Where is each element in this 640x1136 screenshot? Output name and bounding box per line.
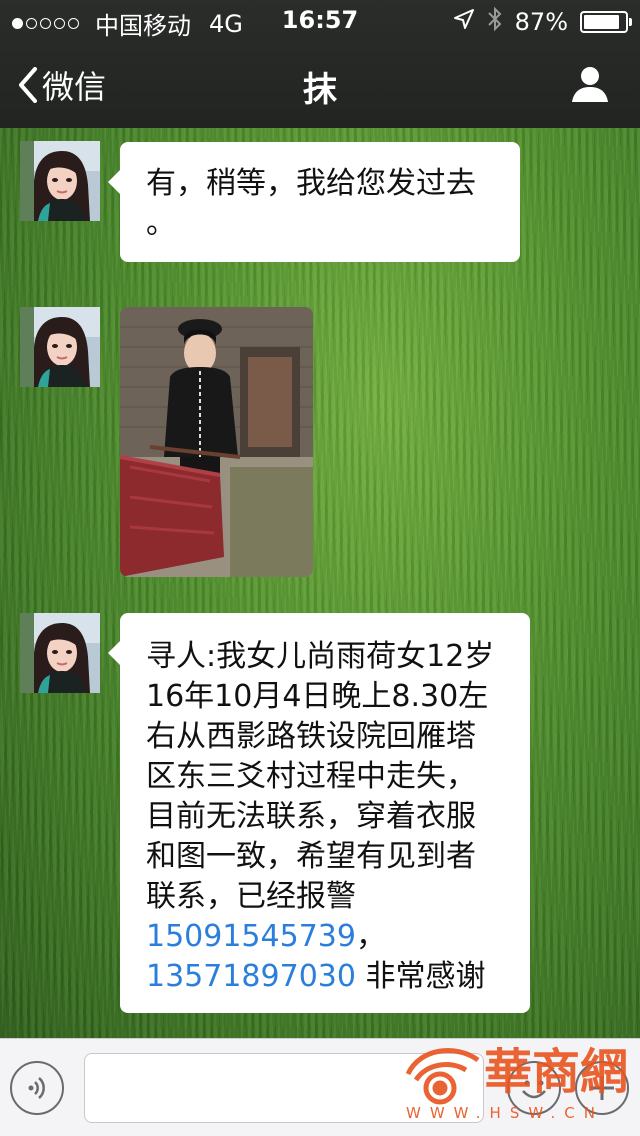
message-photo[interactable] <box>120 307 313 577</box>
message-text: 右从西影路铁设院回雁塔 <box>146 719 476 754</box>
sender-avatar[interactable] <box>20 613 100 693</box>
profile-button[interactable] <box>570 64 610 108</box>
message-text: ， <box>355 919 386 954</box>
sender-avatar[interactable] <box>20 307 100 387</box>
status-bar: 中国移动 4G 16:57 87% <box>0 0 640 40</box>
message-bubble[interactable]: 有，稍等，我给您发过去 。 <box>108 142 520 262</box>
message-text: 16年10月4日晚上8.30左 <box>146 679 489 714</box>
message-text: 非常感谢 <box>355 959 486 994</box>
message-text: 联系，已经报警 <box>146 879 356 914</box>
battery-icon <box>580 11 632 33</box>
message-bubble[interactable]: 寻人:我女儿尚雨荷女12岁 16年10月4日晚上8.30左 右从西影路铁设院回雁… <box>108 613 530 1013</box>
watermark-url: WWW.HSW.CN <box>406 1104 604 1122</box>
message-text: 。 <box>146 206 176 241</box>
top-bar: 中国移动 4G 16:57 87% 微信 抹 <box>0 0 640 128</box>
hsw-watermark-logo: 華商網 WWW.HSW.CN <box>400 1026 632 1126</box>
battery-percent: 87% <box>514 8 568 36</box>
voice-icon <box>28 1077 45 1099</box>
message-text: 有，稍等，我给您发过去 <box>146 166 476 201</box>
message-text: 目前无法联系，穿着衣服 <box>146 799 476 834</box>
watermark-name: 華商網 <box>484 1044 628 1100</box>
person-icon <box>572 67 608 102</box>
sender-avatar[interactable] <box>20 141 100 221</box>
location-icon <box>453 8 475 36</box>
message-text: 区东三爻村过程中走失， <box>146 759 476 794</box>
nav-bar: 微信 抹 <box>0 40 640 128</box>
phone-link[interactable]: 15091545739 <box>146 919 356 954</box>
message-text: 和图一致，希望有见到者 <box>146 839 476 874</box>
chat-title: 抹 <box>303 70 337 110</box>
message-text: 寻人:我女儿尚雨荷女12岁 <box>146 639 495 674</box>
phone-link[interactable]: 13571897030 <box>146 959 356 994</box>
voice-button[interactable] <box>10 1061 64 1115</box>
bluetooth-icon <box>487 6 503 38</box>
